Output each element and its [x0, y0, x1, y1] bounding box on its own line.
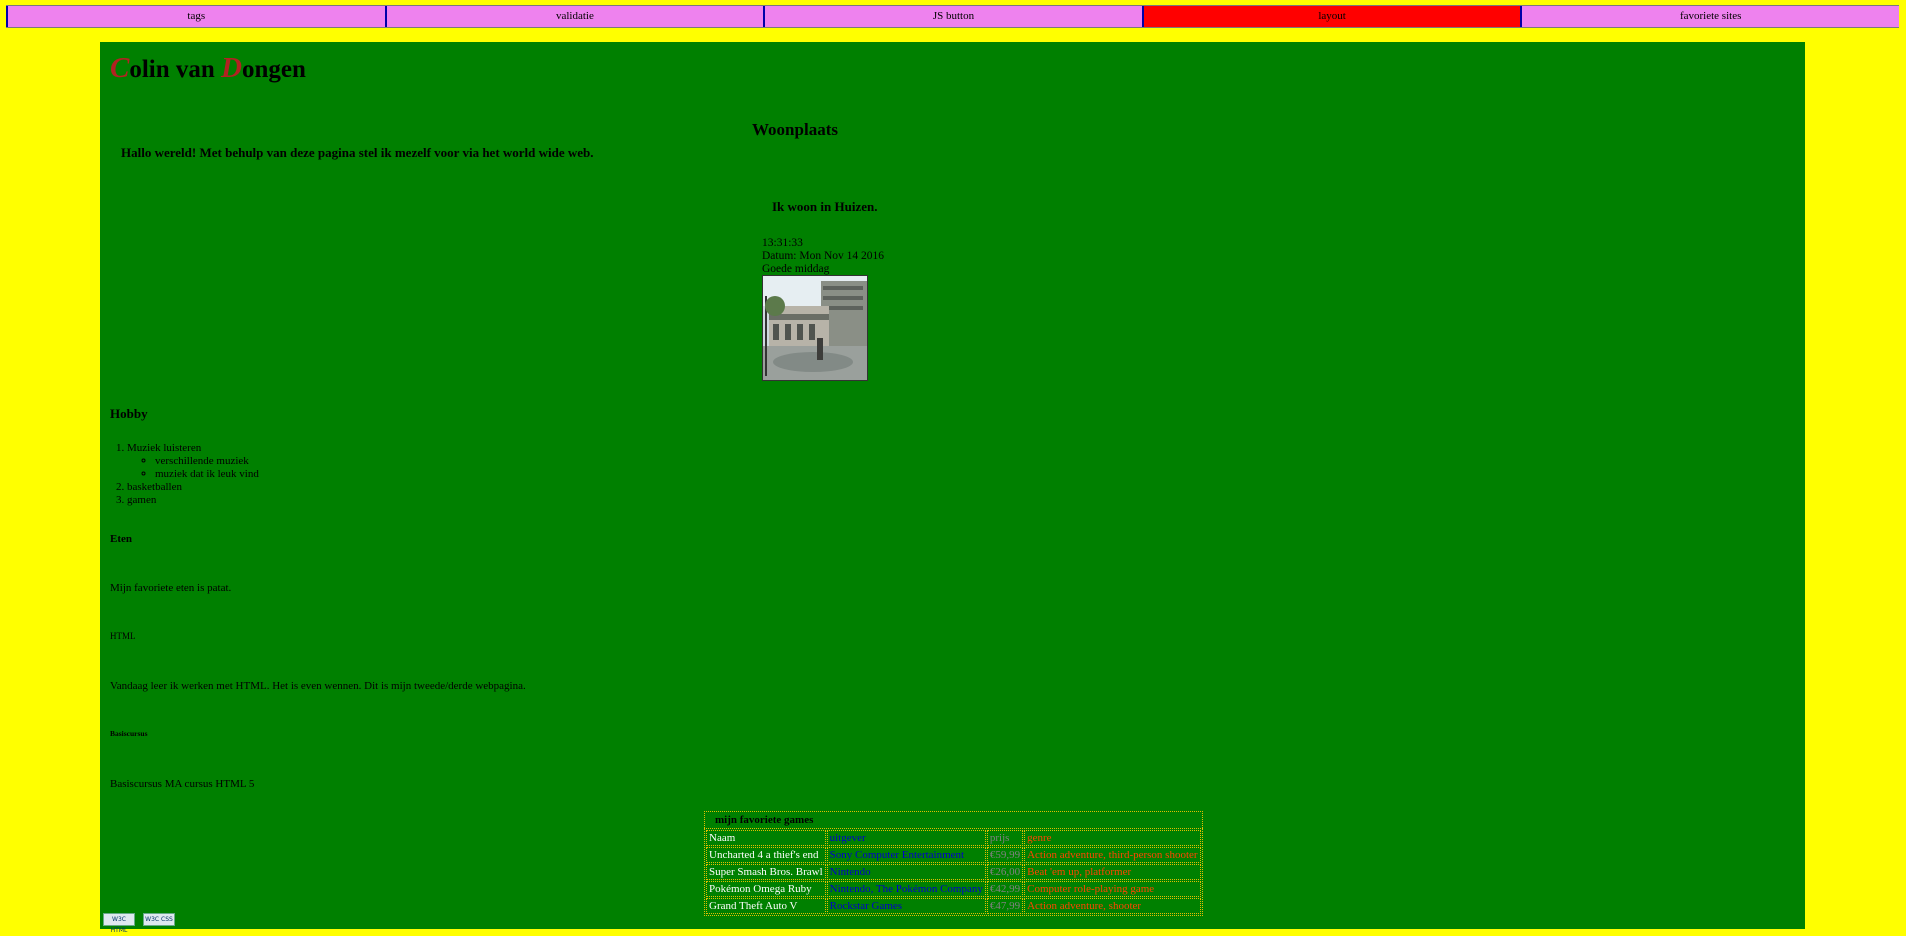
- table-cell: Grand Theft Auto V: [706, 898, 826, 914]
- title-part-1: olin van: [129, 56, 222, 83]
- table-header-row: Naam uitgever prijs genre: [706, 830, 1201, 846]
- table-cell: Computer role-playing game: [1024, 881, 1201, 897]
- title-initial-c: C: [110, 52, 130, 84]
- eten-text: Mijn favoriete eten is patat.: [110, 582, 232, 594]
- nav-item-favoriete-sites[interactable]: favoriete sites: [1520, 6, 1899, 27]
- table-cell: Nintendo, The Pokémon Company: [826, 881, 986, 897]
- main-content: Colin van Dongen Hallo wereld! Met behul…: [100, 42, 1805, 934]
- top-navigation: tags validatie JS button layout favoriet…: [6, 5, 1899, 28]
- games-table: mijn favoriete games Naam uitgever prijs…: [704, 811, 1203, 916]
- nav-item-tags[interactable]: tags: [6, 6, 385, 27]
- table-cell: Super Smash Bros. Brawl: [706, 864, 826, 880]
- games-caption: mijn favoriete games: [704, 811, 1203, 828]
- woonplaats-heading: Woonplaats: [752, 120, 838, 139]
- table-cell: €26,00: [986, 864, 1024, 880]
- basiscursus-heading: Basiscursus: [110, 729, 148, 738]
- current-time: 13:31:33: [762, 237, 803, 249]
- title-part-2: ongen: [242, 56, 306, 83]
- table-cell: €47,99: [986, 898, 1024, 914]
- list-item: muziek dat ik leuk vind: [155, 468, 259, 481]
- title-initial-d: D: [221, 52, 242, 84]
- table-row: Pokémon Omega Ruby Nintendo, The Pokémon…: [706, 881, 1201, 897]
- w3c-css-badge[interactable]: W3C CSS: [143, 913, 175, 926]
- hobby-list: Muziek luisteren verschillende muziek mu…: [110, 442, 259, 507]
- hobby-item-label: Muziek luisteren: [127, 442, 202, 454]
- nav-item-js-button[interactable]: JS button: [763, 6, 1142, 27]
- intro-text: Hallo wereld! Met behulp van deze pagina…: [121, 145, 594, 160]
- table-cell: Uncharted 4 a thief's end: [706, 847, 826, 863]
- table-cell: Action adventure, shooter: [1024, 898, 1201, 914]
- list-item: gamen: [127, 494, 259, 507]
- list-item: verschillende muziek: [155, 455, 259, 468]
- woonplaats-text: Ik woon in Huizen.: [772, 199, 878, 214]
- w3c-html-badge[interactable]: W3C HTML: [103, 913, 135, 934]
- page-title: Colin van Dongen: [110, 52, 306, 85]
- table-row: Super Smash Bros. Brawl Nintendo €26,00 …: [706, 864, 1201, 880]
- nav-item-validatie[interactable]: validatie: [384, 6, 764, 27]
- table-cell: Pokémon Omega Ruby: [706, 881, 826, 897]
- nav-item-layout[interactable]: layout: [1141, 6, 1521, 27]
- header-cell: genre: [1024, 830, 1201, 846]
- clock-block: 13:31:33 Datum: Mon Nov 14 2016 Goede mi…: [762, 237, 884, 276]
- header-cell: prijs: [986, 830, 1024, 846]
- table-cell: Sony Computer Entertainment: [826, 847, 986, 863]
- town-photo: [762, 275, 868, 381]
- basiscursus-text: Basiscursus MA cursus HTML 5: [110, 778, 255, 790]
- header-cell: Naam: [706, 830, 826, 846]
- table-cell: Rockstar Games: [826, 898, 986, 914]
- table-row: Uncharted 4 a thief's end Sony Computer …: [706, 847, 1201, 863]
- hobby-heading: Hobby: [110, 406, 148, 421]
- table-cell: Beat 'em up, platformer: [1024, 864, 1201, 880]
- list-item: basketballen: [127, 481, 259, 494]
- html-heading: HTML: [110, 631, 136, 641]
- current-date: Datum: Mon Nov 14 2016: [762, 250, 885, 262]
- table-cell: Action adventure, third-person shooter: [1024, 847, 1201, 863]
- table-cell: Nintendo: [826, 864, 986, 880]
- table-cell: €42,99: [986, 881, 1024, 897]
- list-item: Muziek luisteren verschillende muziek mu…: [127, 442, 259, 481]
- table-cell: €59,99: [986, 847, 1024, 863]
- validator-badges: W3C HTML W3C CSS: [103, 913, 175, 934]
- hobby-sublist: verschillende muziek muziek dat ik leuk …: [127, 455, 259, 481]
- table-row: Grand Theft Auto V Rockstar Games €47,99…: [706, 898, 1201, 914]
- header-cell: uitgever: [826, 830, 986, 846]
- html-text: Vandaag leer ik werken met HTML. Het is …: [110, 680, 526, 692]
- eten-heading: Eten: [110, 533, 132, 545]
